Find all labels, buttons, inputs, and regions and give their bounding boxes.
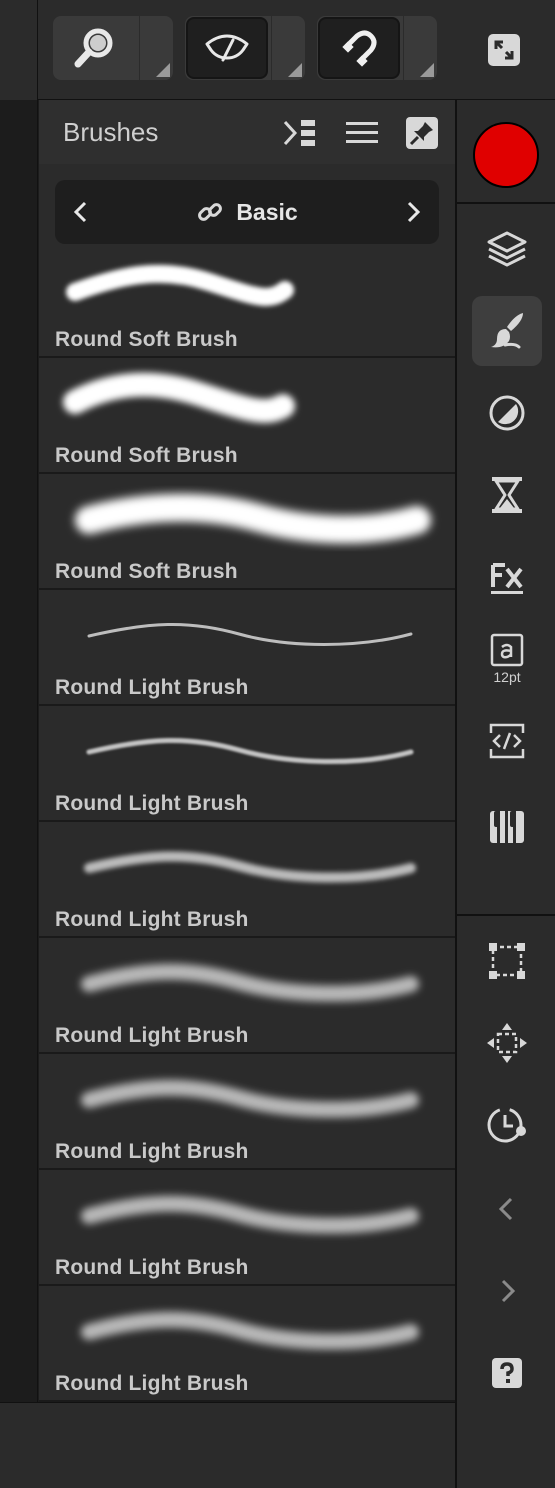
studio-bar: 12pt (455, 100, 555, 1488)
adjustments-button[interactable] (472, 378, 542, 448)
panel-header: Brushes (39, 100, 455, 164)
history-icon (492, 477, 522, 513)
view-tool-icon (205, 34, 249, 62)
move-button[interactable] (472, 1008, 542, 1078)
brush-name: Round Light Brush (55, 1024, 249, 1047)
text-style-button[interactable]: 12pt (472, 624, 542, 694)
expand-icon (488, 34, 520, 66)
time-button[interactable] (472, 1090, 542, 1160)
brush-item[interactable]: Round Light Brush (39, 706, 455, 822)
snapping-icon (342, 30, 377, 67)
brush-item[interactable]: Round Light Brush (39, 822, 455, 938)
brush-stroke-preview (86, 737, 414, 764)
snapping-more[interactable] (403, 16, 437, 80)
layers-icon (487, 231, 527, 267)
fx-button[interactable] (472, 542, 542, 612)
text-size-caption: 12pt (493, 669, 521, 685)
pin-icon (406, 117, 438, 149)
view-tool-more[interactable] (271, 16, 305, 80)
history-button[interactable] (472, 460, 542, 530)
brush-list: Round Soft Brush Round Soft Brush Round … (39, 256, 455, 1402)
brush-name: Round Soft Brush (55, 444, 238, 467)
brush-stroke-preview (81, 963, 419, 1002)
brush-stroke-preview (81, 1195, 419, 1234)
swatches-button[interactable] (472, 792, 542, 862)
brush-name: Round Light Brush (55, 1256, 249, 1279)
snapping-tool-group (317, 16, 437, 80)
brush-category-selector: Basic (55, 180, 439, 244)
brush-stroke-preview (84, 851, 416, 883)
code-button[interactable] (472, 706, 542, 776)
brushes-button[interactable] (472, 296, 542, 366)
transform-icon (489, 943, 525, 979)
panel-title: Brushes (63, 117, 159, 147)
help-icon (492, 1358, 522, 1388)
brush-name: Round Light Brush (55, 792, 249, 815)
chevron-right-icon (407, 201, 421, 223)
expand-button[interactable] (486, 32, 522, 68)
list-view-button[interactable] (345, 116, 379, 150)
brush-item[interactable]: Round Light Brush (39, 1170, 455, 1286)
fx-icon (491, 563, 523, 594)
brush-name: Round Light Brush (55, 908, 249, 931)
code-icon (489, 723, 525, 759)
zoom-tool-group (53, 16, 173, 80)
help-button[interactable] (472, 1338, 542, 1408)
brush-stroke-preview (66, 264, 294, 306)
brush-item[interactable]: Round Soft Brush (39, 256, 455, 358)
brush-stroke-preview (87, 622, 413, 646)
top-toolbar (0, 0, 555, 100)
time-icon (487, 1107, 526, 1143)
text-style-icon (490, 633, 524, 667)
layers-button[interactable] (472, 214, 542, 284)
list-view-icon (346, 122, 378, 143)
sort-list-button[interactable] (283, 116, 317, 150)
undo-button[interactable] (472, 1174, 542, 1244)
swatches-icon (490, 811, 524, 843)
transform-button[interactable] (472, 926, 542, 996)
category-current[interactable]: Basic (55, 180, 439, 244)
brush-stroke-preview (63, 372, 295, 423)
adjustments-icon (489, 395, 525, 431)
studio-separator (457, 914, 555, 916)
redo-button[interactable] (472, 1256, 542, 1326)
brush-stroke-preview (81, 1311, 419, 1350)
view-tool-group (185, 16, 305, 80)
chevron-left-icon (498, 1197, 513, 1221)
brush-item[interactable]: Round Soft Brush (39, 474, 455, 590)
brush-item[interactable]: Round Light Brush (39, 1054, 455, 1170)
brush-item[interactable]: Round Light Brush (39, 938, 455, 1054)
brush-name: Round Soft Brush (55, 328, 238, 351)
move-icon (487, 1023, 527, 1063)
snapping-button[interactable] (318, 17, 400, 79)
zoom-icon (74, 28, 113, 68)
color-well-button[interactable] (473, 122, 539, 188)
studio-separator (457, 202, 555, 204)
top-left-stub (0, 0, 38, 100)
brush-item[interactable]: Round Soft Brush (39, 358, 455, 474)
brush-name: Round Light Brush (55, 1372, 249, 1395)
brushes-panel: Brushes Basic Round Soft Brush Round Sof… (39, 100, 455, 1402)
view-tool-button[interactable] (186, 17, 268, 79)
brush-stroke-preview (75, 493, 431, 544)
sort-list-icon (283, 120, 315, 146)
link-icon (198, 203, 223, 221)
brush-name: Round Light Brush (55, 676, 249, 699)
left-column (0, 100, 38, 1402)
bottom-bar (0, 1402, 456, 1488)
pin-button[interactable] (405, 116, 439, 150)
category-label: Basic (236, 198, 298, 225)
brush-stroke-preview (81, 1079, 419, 1118)
chevron-right-icon (501, 1279, 516, 1303)
zoom-tool-more[interactable] (139, 16, 173, 80)
category-next-button[interactable] (397, 196, 429, 228)
brush-item[interactable]: Round Light Brush (39, 1286, 455, 1402)
brush-name: Round Light Brush (55, 1140, 249, 1163)
brushes-icon (491, 313, 523, 349)
brush-name: Round Soft Brush (55, 560, 238, 583)
zoom-tool-button[interactable] (53, 16, 137, 80)
brush-item[interactable]: Round Light Brush (39, 590, 455, 706)
